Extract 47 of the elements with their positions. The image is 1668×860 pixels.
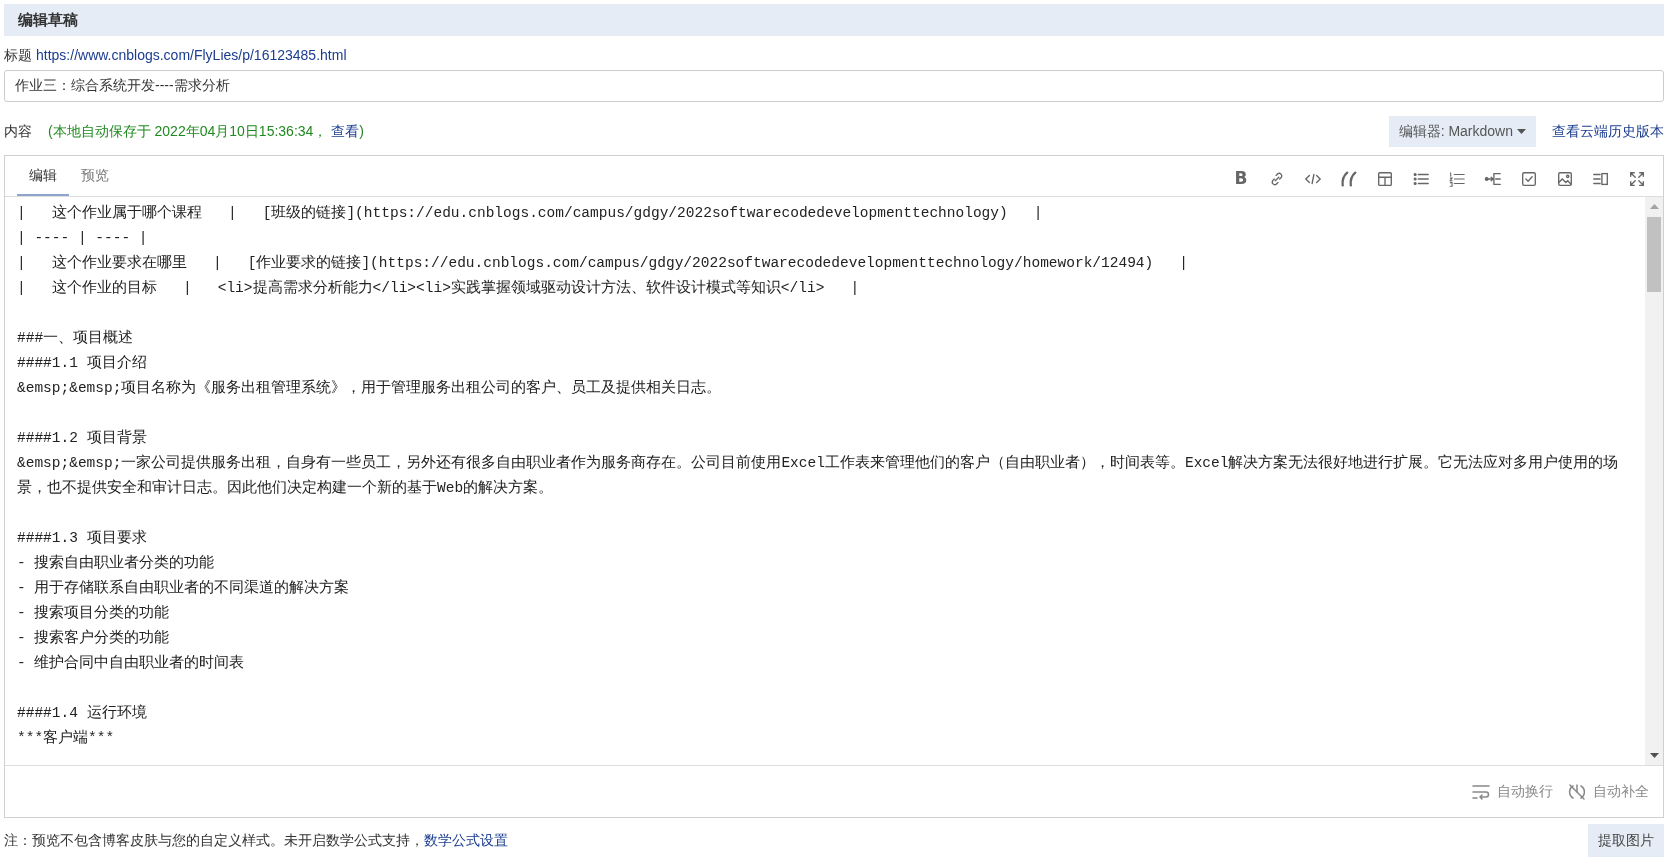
footer-note: 注：预览不包含博客皮肤与您的自定义样式。未开启数学公式支持，数学公式设置: [4, 831, 508, 850]
code-line: - 搜索客户分类的功能: [17, 628, 171, 648]
code-line: - 搜索自由职业者分类的功能: [17, 553, 216, 573]
code-line: | 这个作业的目标 | <li>提高需求分析能力</li><li>实践掌握领域驱动设计方法、软件设计模式等知识</li> |: [17, 278, 861, 298]
code-line: ####1.2 项目背景: [17, 428, 148, 448]
code-line: &emsp;&emsp;一家公司提供服务出租，自身有一些员工，另外还有很多自由职业者作为服务商存在。公司目前使用Excel工作表来管理他们的客户（自由职业者），时间表等。Excel解决方案无法很好地进行扩展。它无法应对多用户使用的场景，也不提供安全和审计日志。因此他们决定构建一个新的基于Web的解决方案。: [17, 453, 1620, 498]
page-header: 编辑草稿: [4, 4, 1664, 36]
caret-icon: [1517, 129, 1526, 136]
option-toggle[interactable]: 自动补全: [1563, 781, 1653, 802]
code-line: | 这个作业属于哪个课程 | [班级的链接](https://edu.cnblogs.com/campus/gdgy/2022softwarecodedevelopmenttechnology) |: [17, 203, 1044, 223]
code-line: - 维护合同中自由职业者的时间表: [17, 653, 246, 673]
code-line: &emsp;&emsp;项目名称为《服务出租管理系统》，用于管理服务出租公司的客户、员工及提供相关日志。: [17, 378, 723, 398]
code-line: ####1.4 运行环境: [17, 703, 148, 723]
editor-tab[interactable]: 编辑: [17, 159, 69, 196]
scroll-down-icon[interactable]: [1649, 753, 1659, 759]
editor-dropdown[interactable]: 编辑器: Markdown: [1388, 116, 1536, 147]
code-line: ####1.1 项目介绍: [17, 354, 148, 373]
code-line: ####1.3 项目要求: [17, 528, 148, 548]
math-settings-link[interactable]: 数学公式设置: [424, 832, 508, 848]
scrollbar-thumb[interactable]: [1647, 217, 1661, 292]
indent-icon: [1484, 170, 1502, 188]
bold-button[interactable]: B: [1227, 166, 1255, 192]
code-line: | 这个作业要求在哪里 | [作业要求的链接](https://edu.cnblogs.com/campus/gdgy/2022softwarecodedevelopmenttechnology/homework/12494) |: [17, 253, 1190, 273]
quote-icon: [1340, 170, 1358, 188]
editor-tab[interactable]: 预览: [69, 159, 121, 196]
split-view-icon: [1592, 170, 1610, 188]
autosave-status: (本地自动保存于 2022年04月10日15:36:34， 查看): [48, 122, 364, 141]
numbered-list-icon: [1448, 170, 1466, 188]
scrollbar[interactable]: [1645, 197, 1663, 765]
code-line: | ---- | ---- |: [17, 229, 149, 248]
image-icon: [1556, 170, 1574, 188]
field-label: 标题: [4, 46, 32, 65]
table-icon: [1376, 170, 1394, 188]
option-toggle[interactable]: 自动换行: [1467, 781, 1557, 802]
field-label: 内容: [4, 122, 32, 141]
bullet-list-icon: [1412, 170, 1430, 188]
code-line: - 用于存储联系自由职业者的不同渠道的解决方案: [17, 578, 351, 598]
title-input[interactable]: 作业三：综合系统开发----需求分析: [4, 70, 1664, 102]
history-link[interactable]: 查看云端历史版本: [1552, 121, 1664, 142]
code-line: - 搜索项目分类的功能: [17, 603, 171, 623]
code-line: ***客户端***: [17, 728, 116, 748]
code-line: ###一、项目概述: [17, 328, 135, 348]
checkbox-icon: [1520, 170, 1538, 188]
extract-images-button[interactable]: 提取图片: [1588, 824, 1664, 857]
post-link[interactable]: https://www.cnblogs.com/FlyLies/p/16123485.html: [36, 45, 347, 66]
view-link[interactable]: 查看: [331, 123, 360, 139]
fullscreen-icon: [1628, 170, 1646, 188]
